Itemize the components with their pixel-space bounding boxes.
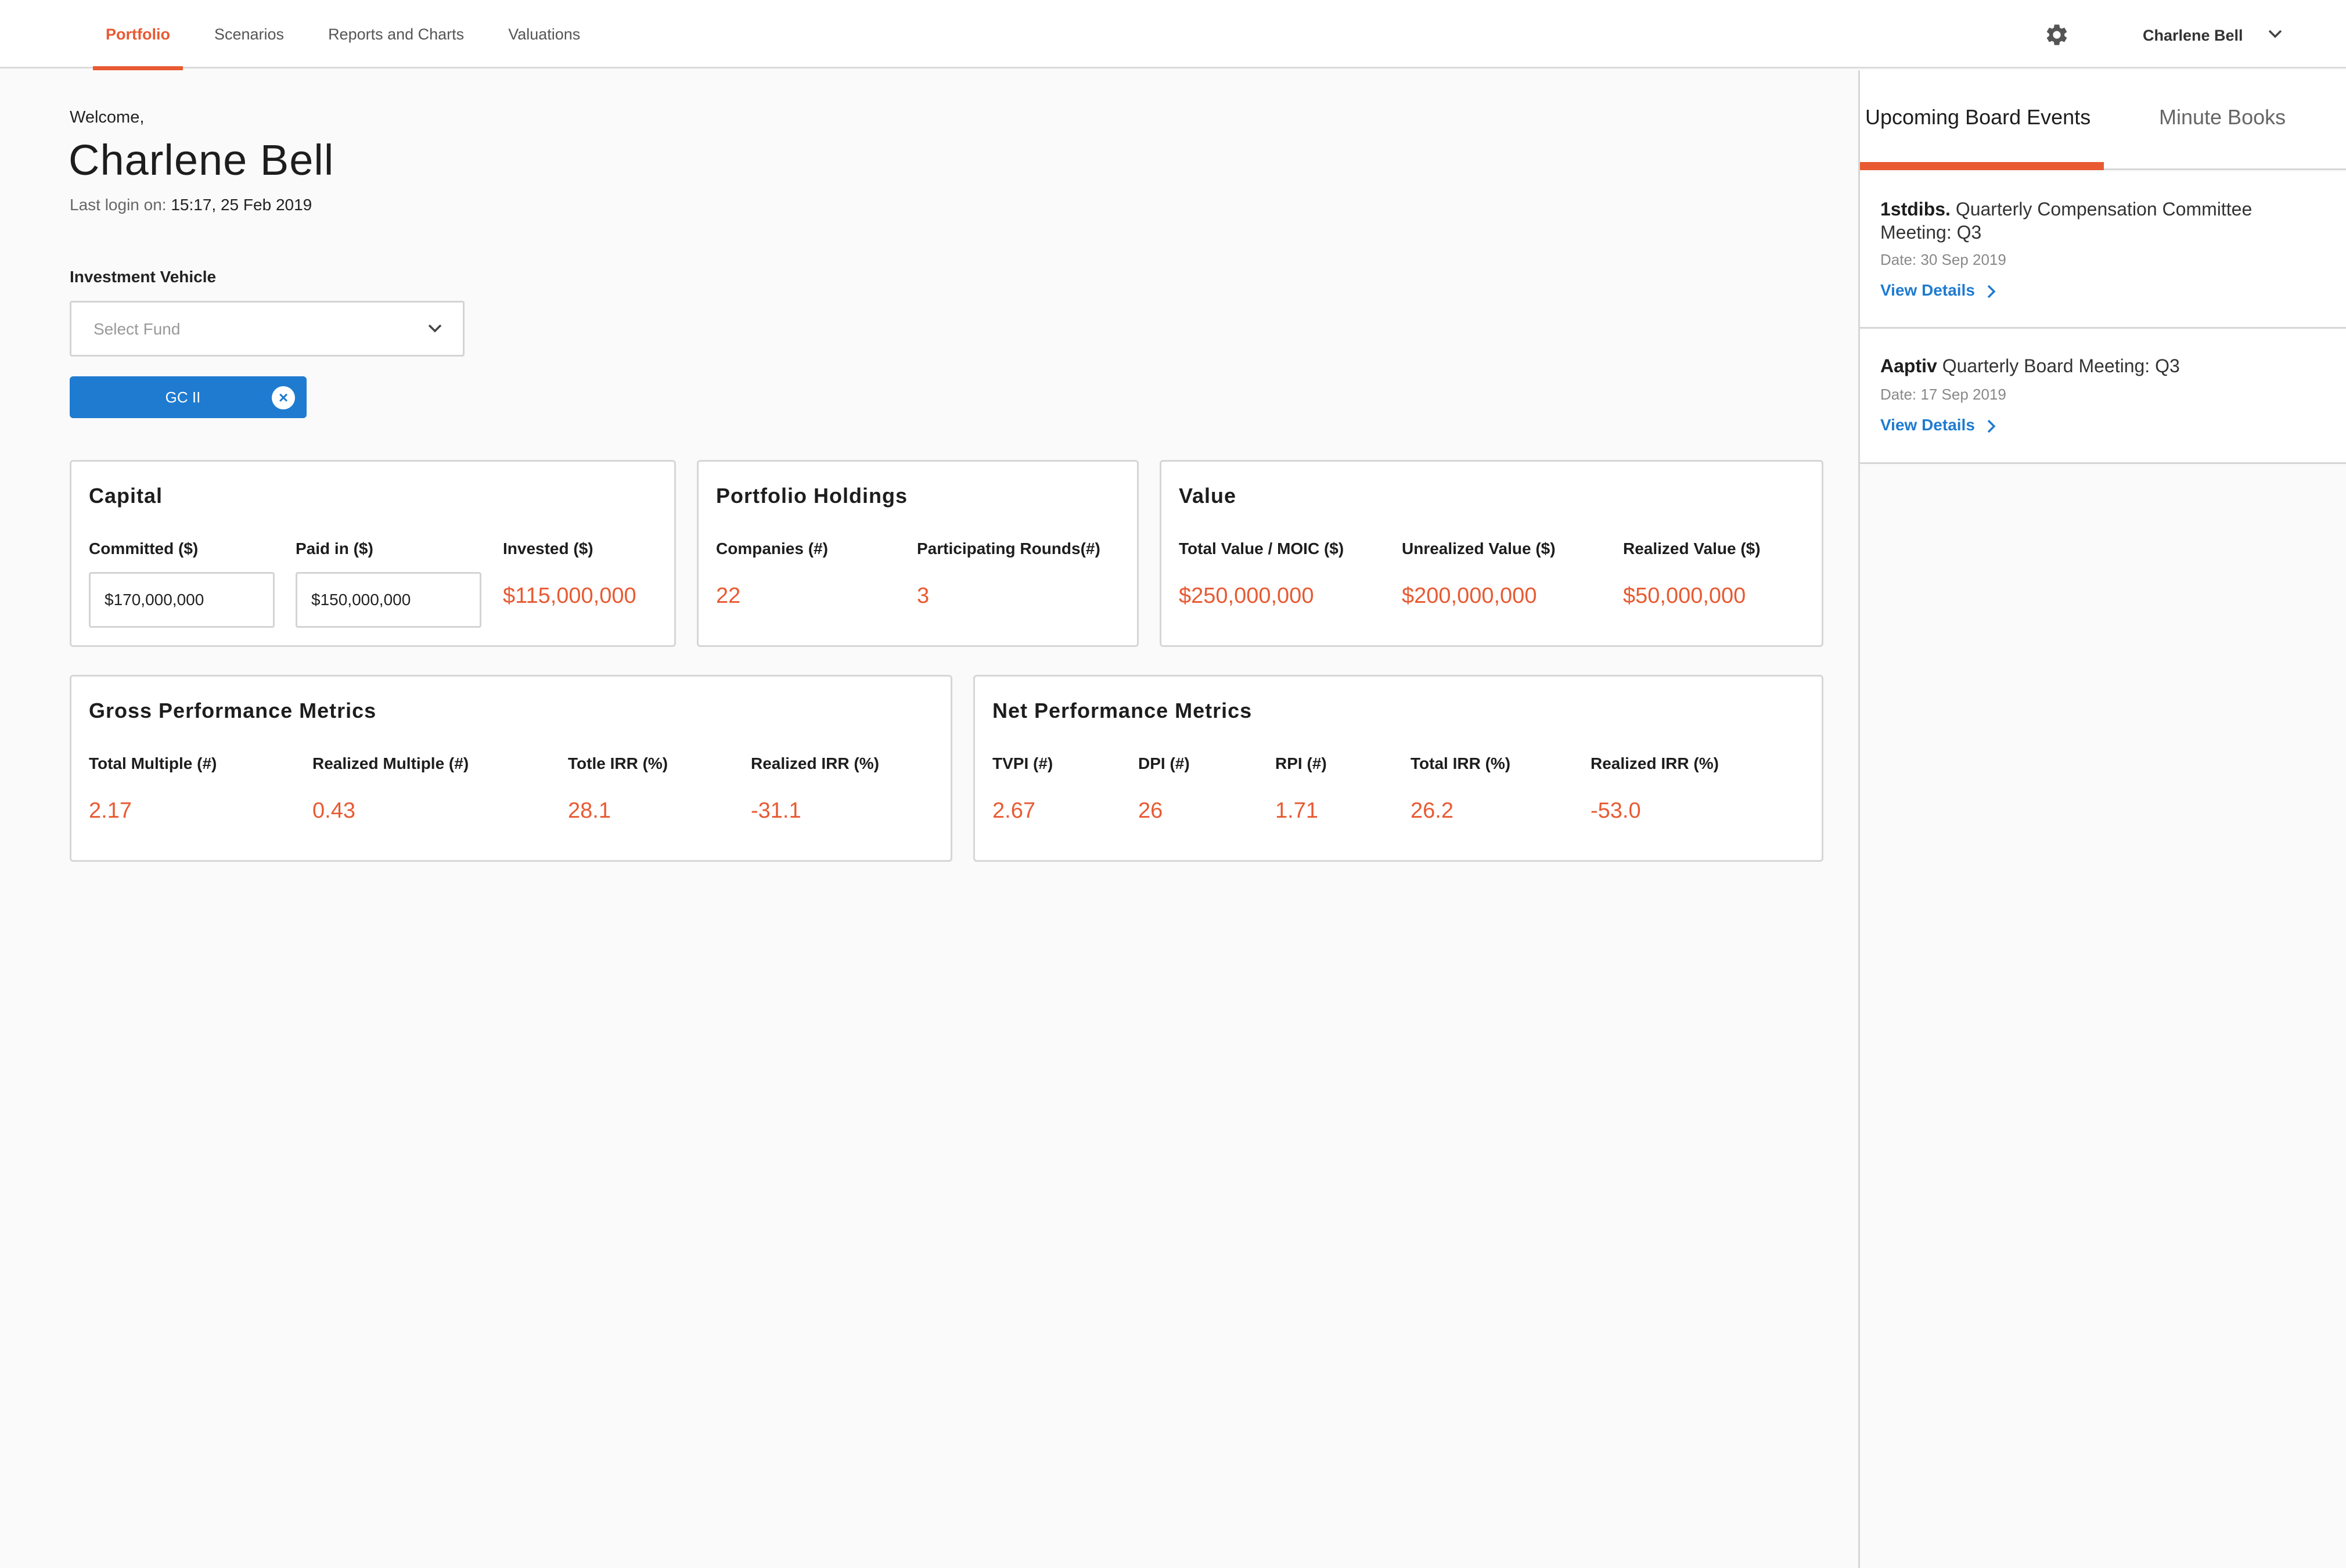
board-events-sidebar: Upcoming Board Events Minute Books 1stdi… <box>1858 70 2346 1568</box>
close-icon[interactable]: × <box>272 386 295 409</box>
portfolio-holdings-title: Portfolio Holdings <box>716 484 908 508</box>
chevron-down-icon[interactable] <box>2267 28 2283 41</box>
value-card: Value Total Value / MOIC ($) $250,000,00… <box>1160 460 1823 647</box>
total-value-value: $250,000,000 <box>1179 584 1314 608</box>
net-metric-label: Realized IRR (%) <box>1591 754 1719 772</box>
net-metric-value: 26.2 <box>1411 799 1453 823</box>
user-menu-name[interactable]: Charlene Bell <box>2143 0 2243 69</box>
board-event-company: Aaptiv <box>1880 355 1937 376</box>
net-metric-label: TVPI (#) <box>992 754 1053 772</box>
selected-fund-chip: GC II × <box>70 376 307 418</box>
main-content: Welcome, Charlene Bell Last login on: 15… <box>0 70 1858 1568</box>
tab-minute-books[interactable]: Minute Books <box>2159 105 2286 130</box>
gross-performance-title: Gross Performance Metrics <box>89 699 377 722</box>
capital-card: Capital Committed ($) $170,000,000 Paid … <box>70 460 676 647</box>
invested-label: Invested ($) <box>503 540 593 558</box>
net-metric-value: 26 <box>1138 799 1163 823</box>
board-event-date: Date: 30 Sep 2019 <box>1880 251 2006 268</box>
gross-metric-label: Totle IRR (%) <box>568 754 668 772</box>
net-performance-card: Net Performance Metrics TVPI (#) 2.67 DP… <box>973 675 1823 862</box>
paid-in-field[interactable]: $150,000,000 <box>296 572 481 628</box>
value-card-title: Value <box>1179 484 1237 508</box>
board-event-company: 1stdibs. <box>1880 199 1951 220</box>
gross-metric-label: Realized Multiple (#) <box>312 754 469 772</box>
total-value-label: Total Value / MOIC ($) <box>1179 540 1344 558</box>
committed-field[interactable]: $170,000,000 <box>89 572 275 628</box>
view-details-link[interactable]: View Details <box>1880 416 1996 434</box>
participating-rounds-value: 3 <box>917 584 930 608</box>
board-event-title: 1stdibs. Quarterly Compensation Committe… <box>1880 197 2310 244</box>
participating-rounds-label: Participating Rounds(#) <box>917 540 1100 558</box>
net-metric-label: DPI (#) <box>1138 754 1190 772</box>
committed-label: Committed ($) <box>89 540 199 558</box>
welcome-greeting: Welcome, <box>70 108 145 127</box>
net-performance-title: Net Performance Metrics <box>992 699 1253 722</box>
chevron-right-icon <box>1987 285 1996 298</box>
view-details-label: View Details <box>1880 416 1975 434</box>
realized-value-value: $50,000,000 <box>1623 584 1746 608</box>
chevron-right-icon <box>1987 419 1996 433</box>
welcome-user-name: Charlene Bell <box>69 136 334 184</box>
fund-select-placeholder: Select Fund <box>93 320 181 338</box>
last-login-label: Last login on: <box>70 196 167 214</box>
fund-select[interactable]: Select Fund <box>70 301 465 357</box>
paid-in-label: Paid in ($) <box>296 540 373 558</box>
last-login-value: 15:17, 25 Feb 2019 <box>171 196 312 214</box>
unrealized-value-label: Unrealized Value ($) <box>1402 540 1556 558</box>
net-metric-value: 2.67 <box>992 799 1035 823</box>
top-navigation-bar: Portfolio Scenarios Reports and Charts V… <box>0 0 2346 70</box>
view-details-label: View Details <box>1880 281 1975 299</box>
nav-tab-scenarios[interactable]: Scenarios <box>202 0 297 69</box>
gross-metric-value: 0.43 <box>312 799 355 823</box>
net-metric-value: 1.71 <box>1275 799 1318 823</box>
board-event-item: Aaptiv Quarterly Board Meeting: Q3 Date:… <box>1860 329 2346 464</box>
sidebar-tabs: Upcoming Board Events Minute Books <box>1860 70 2346 170</box>
chevron-down-icon <box>428 324 442 333</box>
gross-metric-label: Realized IRR (%) <box>751 754 879 772</box>
gear-icon[interactable] <box>2044 22 2070 48</box>
nav-tab-portfolio[interactable]: Portfolio <box>93 0 183 70</box>
capital-card-title: Capital <box>89 484 163 508</box>
net-metric-label: RPI (#) <box>1275 754 1327 772</box>
investment-vehicle-label: Investment Vehicle <box>70 268 217 286</box>
board-event-title: Aaptiv Quarterly Board Meeting: Q3 <box>1880 354 2310 377</box>
board-event-item: 1stdibs. Quarterly Compensation Committe… <box>1860 172 2346 329</box>
realized-value-label: Realized Value ($) <box>1623 540 1761 558</box>
view-details-link[interactable]: View Details <box>1880 281 1996 300</box>
gross-metric-label: Total Multiple (#) <box>89 754 217 772</box>
nav-tab-valuations[interactable]: Valuations <box>495 0 593 69</box>
gross-performance-card: Gross Performance Metrics Total Multiple… <box>70 675 952 862</box>
nav-tab-reports-and-charts[interactable]: Reports and Charts <box>315 0 477 69</box>
gross-metric-value: -31.1 <box>751 799 801 823</box>
gross-metric-value: 28.1 <box>568 799 611 823</box>
selected-fund-chip-label: GC II <box>165 389 201 406</box>
net-metric-value: -53.0 <box>1591 799 1641 823</box>
last-login: Last login on: 15:17, 25 Feb 2019 <box>70 196 312 214</box>
invested-value: $115,000,000 <box>503 584 636 608</box>
board-event-name: Quarterly Board Meeting: Q3 <box>1942 355 2180 376</box>
main-nav: Portfolio Scenarios Reports and Charts V… <box>93 0 611 70</box>
active-tab-indicator <box>1860 162 2104 170</box>
board-event-date: Date: 17 Sep 2019 <box>1880 386 2006 403</box>
unrealized-value-value: $200,000,000 <box>1402 584 1537 608</box>
gross-metric-value: 2.17 <box>89 799 132 823</box>
net-metric-label: Total IRR (%) <box>1411 754 1511 772</box>
tab-upcoming-board-events[interactable]: Upcoming Board Events <box>1865 105 2090 130</box>
companies-value: 22 <box>716 584 741 608</box>
portfolio-holdings-card: Portfolio Holdings Companies (#) 22 Part… <box>697 460 1139 647</box>
companies-label: Companies (#) <box>716 540 828 558</box>
